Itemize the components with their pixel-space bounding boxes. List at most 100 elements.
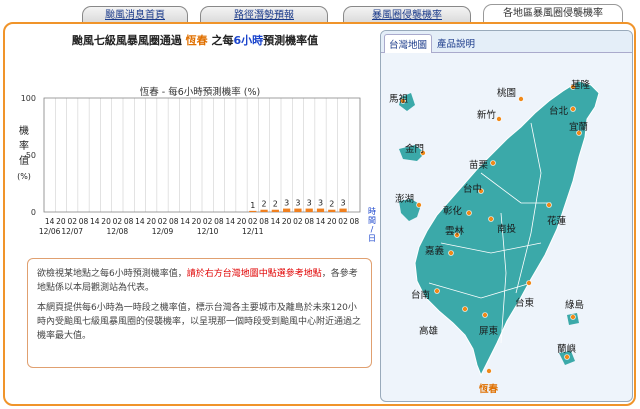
x-tick-label: 02 <box>158 217 168 226</box>
x-tick-label: 02 <box>113 217 123 226</box>
x-tick-label: 14 <box>316 217 326 226</box>
station-marker[interactable] <box>526 280 532 286</box>
station-label[interactable]: 新竹 <box>477 109 497 121</box>
x-tick-label: 20 <box>101 217 111 226</box>
station-label[interactable]: 雲林 <box>445 225 465 237</box>
taiwan-map: 基隆馬祖 桃園台北 新竹宜蘭金門苗栗台中澎湖彰化花蓮南投 雲林嘉義台南台東 綠島高雄 屏東… <box>389 79 600 395</box>
x-axis-unit: 間 <box>368 216 376 225</box>
station-marker[interactable] <box>570 314 576 320</box>
probability-bar <box>260 209 268 212</box>
probability-bar <box>339 208 347 212</box>
station-marker[interactable] <box>564 354 570 360</box>
x-tick-label: 20 <box>146 217 156 226</box>
bar-value-label: 2 <box>273 200 278 209</box>
station-label[interactable]: 蘭嶼 <box>557 343 577 355</box>
y-axis-label: 機 <box>19 124 29 137</box>
station-label[interactable]: 綠島 <box>565 299 584 311</box>
station-label[interactable]: 苗栗 <box>469 160 489 171</box>
x-tick-label: 20 <box>282 217 292 226</box>
station-label[interactable]: 彰化 <box>443 205 463 217</box>
station-label[interactable]: 台北 <box>549 105 569 117</box>
station-marker[interactable] <box>462 306 468 312</box>
x-date-label: 12/07 <box>61 227 83 236</box>
x-tick-label: 14 <box>271 217 281 226</box>
info-box: 欲檢視某地點之每6小時預測機率值，請於右方台灣地圖中點選參考地點，各參考地點係以… <box>27 258 372 368</box>
x-axis-unit: 時 <box>368 207 376 216</box>
tab-product-description[interactable]: 產品說明 <box>433 34 479 52</box>
bar-value-label: 3 <box>284 199 289 208</box>
x-tick-label: 02 <box>248 217 258 226</box>
y-axis-label: 值 <box>19 154 29 167</box>
x-axis-unit: 日 <box>368 234 376 243</box>
x-tick-label: 08 <box>124 217 134 226</box>
chart-title-mid: 之每 <box>211 34 234 47</box>
tab-bar: 颱風消息首頁 路徑潛勢預報 暴風圈侵襲機率 各地區暴風圈侵襲機率 <box>0 4 640 25</box>
x-tick-label: 20 <box>327 217 337 226</box>
y-tick-label: 100 <box>21 94 36 103</box>
x-tick-label: 02 <box>203 217 213 226</box>
probability-bar <box>316 208 325 212</box>
station-label[interactable]: 台南 <box>411 289 430 301</box>
probability-bar <box>294 208 302 212</box>
x-tick-label: 08 <box>214 217 224 226</box>
x-tick-label: 08 <box>169 217 179 226</box>
station-label[interactable]: 嘉義 <box>425 245 445 257</box>
station-marker[interactable] <box>496 116 502 122</box>
station-marker[interactable] <box>448 250 454 256</box>
x-tick-label: 14 <box>225 217 235 226</box>
y-tick-label: 0 <box>31 208 36 217</box>
tab-taiwan-map[interactable]: 台灣地圖 <box>384 34 433 53</box>
station-marker[interactable] <box>486 368 492 374</box>
chart-title-hours: 6小時 <box>233 34 264 47</box>
station-marker[interactable] <box>490 160 496 166</box>
x-date-label: 12/11 <box>242 227 264 236</box>
station-marker[interactable] <box>434 288 440 294</box>
station-marker[interactable] <box>488 216 494 222</box>
station-marker[interactable] <box>466 210 472 216</box>
station-label[interactable]: 屏東 <box>479 325 499 337</box>
probability-bar <box>271 209 279 212</box>
station-label[interactable]: 高雄 <box>419 325 439 337</box>
station-marker[interactable] <box>416 202 422 208</box>
y-axis-label: (%) <box>17 172 31 181</box>
probability-bar <box>249 210 257 212</box>
station-marker[interactable] <box>518 96 524 102</box>
x-tick-label: 14 <box>90 217 100 226</box>
x-tick-label: 08 <box>259 217 269 226</box>
x-tick-label: 14 <box>180 217 190 226</box>
station-label[interactable]: 花蓮 <box>547 215 567 227</box>
bar-value-label: 3 <box>295 199 300 208</box>
info-instruction: 請於右方台灣地圖中點選參考地點 <box>186 269 322 279</box>
station-label[interactable]: 基隆 <box>571 79 591 91</box>
info-text: 欲檢視某地點之每6小時預測機率值， <box>37 269 187 279</box>
x-tick-label: 14 <box>135 217 145 226</box>
station-label[interactable]: 馬祖 <box>389 93 409 105</box>
station-label[interactable]: 台中 <box>463 183 482 195</box>
probability-bar <box>328 209 336 212</box>
info-paragraph-2: 本網頁提供每6小時為一時段之機率值，標示台灣各主要城市及離島於未來120小時內受… <box>37 303 362 341</box>
station-marker[interactable] <box>546 202 552 208</box>
station-label[interactable]: 恆春 <box>478 383 499 395</box>
x-tick-label: 08 <box>304 217 314 226</box>
station-marker[interactable] <box>570 106 576 112</box>
station-label[interactable]: 宜蘭 <box>569 121 588 133</box>
probability-bar <box>283 208 291 212</box>
station-label[interactable]: 桃園 <box>497 87 516 99</box>
station-label[interactable]: 台東 <box>515 297 535 309</box>
bar-value-label: 3 <box>318 199 323 208</box>
station-label[interactable]: 南投 <box>497 223 517 235</box>
station-marker[interactable] <box>482 312 488 318</box>
chart-title: 颱風七級風暴風圈通過 恆春 之每6小時預測機率值 <box>60 32 330 48</box>
chart-title-prefix: 颱風七級風暴風圈通過 <box>71 34 182 47</box>
bar-value-label: 2 <box>329 200 334 209</box>
station-label[interactable]: 澎湖 <box>395 193 414 205</box>
x-tick-label: 02 <box>67 217 77 226</box>
bar-value-label: 1 <box>250 201 255 210</box>
map-tab-bar: 台灣地圖 產品說明 <box>381 31 632 53</box>
chart-title-suffix: 預測機率值 <box>263 34 319 47</box>
x-tick-label: 20 <box>237 217 247 226</box>
station-label[interactable]: 金門 <box>405 143 424 155</box>
x-date-label: 12/08 <box>107 227 129 236</box>
x-date-label: 12/06 <box>39 227 61 236</box>
probability-bar <box>305 208 313 212</box>
